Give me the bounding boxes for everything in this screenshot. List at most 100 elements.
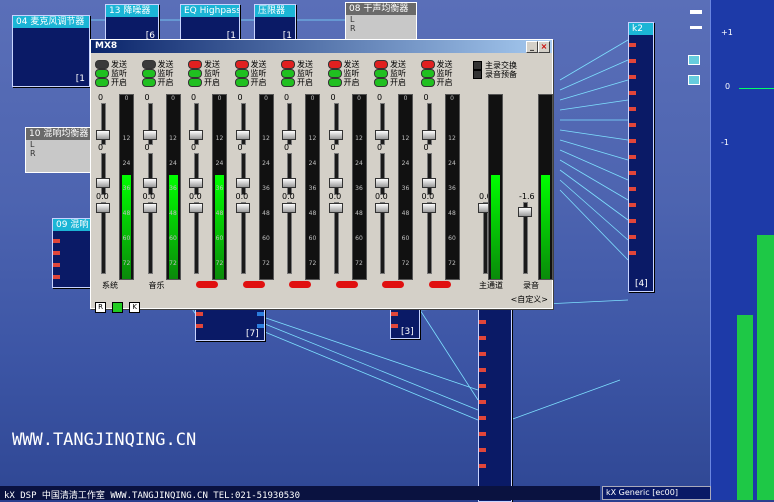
channel-2-aux-slot[interactable] (147, 153, 153, 195)
option-main-swap[interactable]: 主录交换 (473, 61, 517, 70)
channel-5-toggle-1[interactable]: 发送 (281, 60, 313, 69)
master-2-fader-handle[interactable] (518, 207, 532, 217)
channel-7-aux-slot[interactable] (380, 153, 385, 195)
reverb-eq-block[interactable]: 10 混响均衡器 L R (25, 127, 91, 173)
channel-4-fader-handle[interactable] (235, 203, 250, 213)
minimize-button[interactable]: _ (526, 41, 538, 53)
scale-plus: +1 (721, 28, 733, 37)
wave-icon-2[interactable] (690, 26, 702, 29)
channel-3-mid-value: 0 (191, 143, 197, 152)
channel-1-pan-handle[interactable] (96, 130, 110, 140)
channel-8-pan-handle[interactable] (421, 130, 436, 140)
meter-scale-label: 36 (215, 185, 224, 192)
channel-6-toggle-2[interactable]: 监听 (327, 69, 360, 78)
custom-button[interactable]: <自定义> (511, 294, 548, 305)
close-button[interactable]: × (538, 41, 550, 53)
watermark-big: WWW.TANGJINQING.CN (12, 430, 197, 450)
footer-button-k[interactable]: K (129, 302, 141, 313)
channel-4-toggle-3[interactable]: 开启 (234, 78, 267, 87)
channel-8-aux-slot[interactable] (426, 153, 432, 195)
eq-block[interactable]: EQ Highpass [1 (180, 4, 240, 42)
channel-1-toggle-2[interactable]: 监听 (95, 69, 127, 78)
channel-8-aux-handle[interactable] (421, 178, 436, 188)
channel-2-aux-handle[interactable] (142, 178, 157, 188)
channel-8-toggle-1[interactable]: 发送 (420, 60, 453, 69)
channel-2-toggle-3[interactable]: 开启 (141, 78, 174, 87)
channel-7-toggle-2[interactable]: 监听 (374, 69, 406, 78)
channel-7-pan-handle[interactable] (375, 130, 389, 140)
wave-icon[interactable] (690, 10, 702, 14)
limiter-block-title: 压限器 (255, 5, 295, 17)
channel-4-toggle-1[interactable]: 发送 (234, 60, 267, 69)
footer-button-r[interactable]: R (95, 302, 106, 313)
channel-3-fader-handle[interactable] (189, 203, 203, 213)
channel-8-toggle-3[interactable]: 开启 (420, 78, 453, 87)
channel-1-aux-slot[interactable] (101, 153, 106, 195)
channel-4-aux-handle[interactable] (235, 178, 250, 188)
channel-3-toggle-3[interactable]: 开启 (188, 78, 220, 87)
channel-1-fader-handle[interactable] (96, 203, 110, 213)
channel-2-pan-handle[interactable] (142, 130, 157, 140)
channel-3-name-redacted (196, 281, 218, 288)
channel-4-pan-handle[interactable] (235, 130, 250, 140)
mixer-titlebar[interactable]: MX8 _ × (91, 40, 552, 53)
channel-6-toggle-3[interactable]: 开启 (327, 78, 360, 87)
channel-4-toggle-2[interactable]: 监听 (234, 69, 267, 78)
block-7[interactable]: [7] (195, 305, 265, 341)
meter-scale-label: 24 (262, 160, 270, 167)
meter-scale-label: 12 (355, 135, 363, 142)
channel-3-aux-handle[interactable] (189, 178, 203, 188)
channel-7-toggle-3[interactable]: 开启 (374, 78, 406, 87)
channel-6-aux-handle[interactable] (328, 178, 343, 188)
channel-2-top-value: 0 (144, 93, 150, 102)
channel-1-aux-handle[interactable] (96, 178, 110, 188)
mixer-window[interactable]: MX8 _ × 发送 监听 开启 0 0 0.0 0 12 24 36 48 60 72 系统 发送 监听 开启… (90, 39, 553, 313)
channel-5-fader-handle[interactable] (282, 203, 296, 213)
channel-7-toggle-1[interactable]: 发送 (374, 60, 406, 69)
master-2-value: -1.6 (519, 192, 535, 201)
option-record-ready[interactable]: 录音预备 (473, 70, 517, 79)
channel-7-fader-handle[interactable] (375, 203, 389, 213)
channel-4-aux-slot[interactable] (240, 153, 246, 195)
channel-2-fader-handle[interactable] (142, 203, 157, 213)
channel-1-toggle-3[interactable]: 开启 (95, 78, 127, 87)
channel-5-toggle-3[interactable]: 开启 (281, 78, 313, 87)
output-block[interactable] (478, 305, 512, 502)
channel-6-pan-handle[interactable] (328, 130, 343, 140)
meter-scale-label: 60 (262, 235, 270, 242)
channel-8-fader-handle[interactable] (421, 203, 436, 213)
meter-scale-label: 36 (262, 185, 270, 192)
block-3[interactable]: [3] (390, 305, 420, 339)
speaker-icon-2[interactable] (688, 75, 700, 85)
channel-2-toggle-2[interactable]: 监听 (141, 69, 174, 78)
routing-label: 发送 (297, 60, 313, 69)
channel-2-toggle-1[interactable]: 发送 (141, 60, 174, 69)
channel-3-pan-handle[interactable] (189, 130, 203, 140)
channel-5-aux-slot[interactable] (287, 153, 292, 195)
mic-block[interactable]: 04 麦克风调节器 [1 (12, 15, 90, 87)
channel-3-aux-slot[interactable] (194, 153, 199, 195)
channel-7-aux-handle[interactable] (375, 178, 389, 188)
channel-6-aux-slot[interactable] (333, 153, 339, 195)
meter-bar-right (757, 235, 774, 500)
k2-block[interactable]: k2 [4] (628, 22, 654, 292)
channel-5-toggle-2[interactable]: 监听 (281, 69, 313, 78)
channel-6-toggle-1[interactable]: 发送 (327, 60, 360, 69)
channel-3-toggle-2[interactable]: 监听 (188, 69, 220, 78)
channel-5-aux-handle[interactable] (282, 178, 296, 188)
channel-1-toggle-1[interactable]: 发送 (95, 60, 127, 69)
dry-eq-block[interactable]: 08 干声均衡器 L R (345, 2, 417, 40)
compressor-block[interactable]: 13 降噪器 [6 (105, 4, 159, 42)
footer-buttons: R M K (95, 294, 141, 313)
channel-8-toggle-2[interactable]: 监听 (420, 69, 453, 78)
footer-button-m[interactable]: M (112, 302, 124, 313)
led-icon (95, 69, 109, 78)
speaker-icon[interactable] (688, 55, 700, 65)
channel-5-pan-handle[interactable] (282, 130, 296, 140)
channel-3-toggle-1[interactable]: 发送 (188, 60, 220, 69)
routing-label: 开启 (436, 78, 453, 87)
channel-6-fader-handle[interactable] (328, 203, 343, 213)
limiter-block[interactable]: 压限器 [1 (254, 4, 296, 42)
dry-eq-row-r: R (350, 24, 356, 33)
reverb-block[interactable]: 09 混响 (52, 218, 92, 288)
